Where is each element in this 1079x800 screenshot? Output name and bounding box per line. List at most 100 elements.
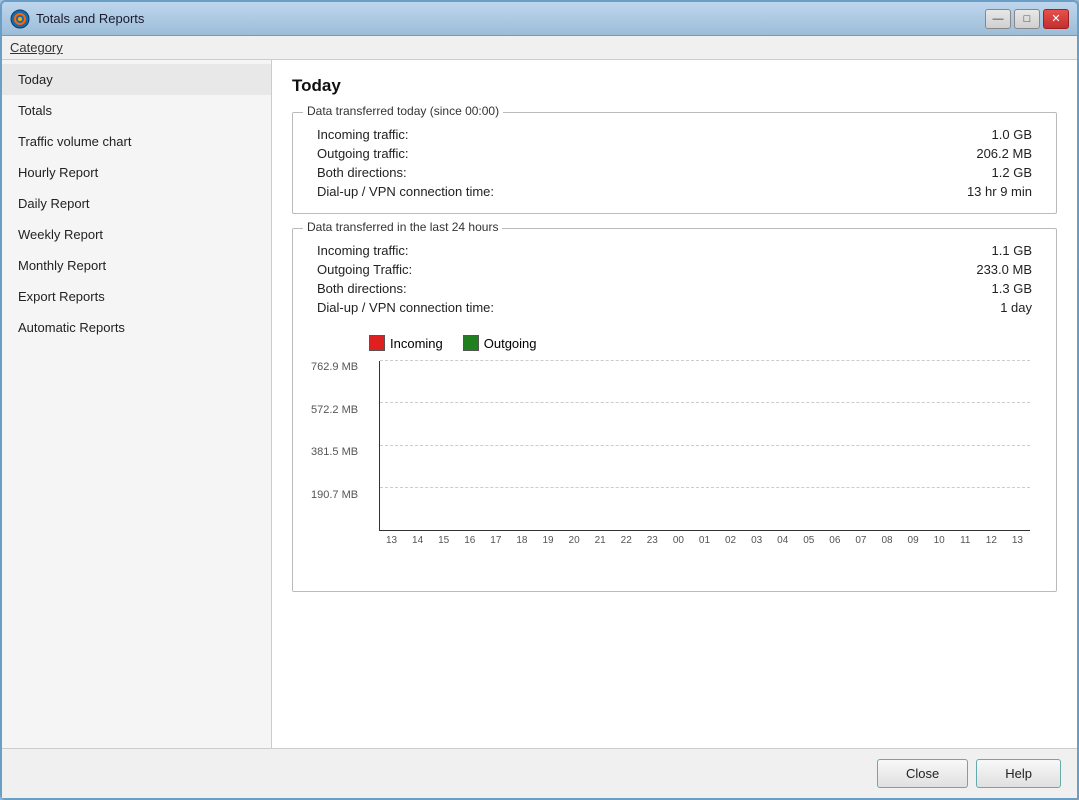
- minimize-button[interactable]: —: [985, 9, 1011, 29]
- sidebar-item-today[interactable]: Today: [2, 64, 271, 95]
- close-button[interactable]: Close: [877, 759, 968, 788]
- group1-title: Data transferred today (since 00:00): [303, 104, 503, 118]
- x-label: 10: [927, 535, 952, 546]
- data-group-24h: Data transferred in the last 24 hours In…: [292, 228, 1057, 592]
- row-value: 233.0 MB: [932, 262, 1032, 277]
- close-window-button[interactable]: ✕: [1043, 9, 1069, 29]
- row-value: 1.1 GB: [932, 243, 1032, 258]
- table-row: Incoming traffic: 1.0 GB: [309, 125, 1040, 144]
- menu-bar: Category: [2, 36, 1077, 60]
- outgoing-color-box: [463, 335, 479, 351]
- sidebar-item-daily-report[interactable]: Daily Report: [2, 188, 271, 219]
- titlebar: Totals and Reports — □ ✕: [2, 2, 1077, 36]
- x-label: 06: [822, 535, 847, 546]
- x-label: 21: [588, 535, 613, 546]
- chart-area: Incoming Outgoing 762.9 MB 572.2 MB 381.…: [309, 327, 1040, 579]
- row-label: Both directions:: [317, 165, 407, 180]
- x-label: 00: [666, 535, 691, 546]
- titlebar-left: Totals and Reports: [10, 9, 144, 29]
- grid-line-3: [380, 402, 1030, 403]
- x-label: 01: [692, 535, 717, 546]
- sidebar-item-export-reports[interactable]: Export Reports: [2, 281, 271, 312]
- category-menu[interactable]: Category: [10, 40, 63, 55]
- chart-container: 762.9 MB 572.2 MB 381.5 MB 190.7 MB: [379, 361, 1030, 571]
- main-panel: Today Data transferred today (since 00:0…: [272, 60, 1077, 748]
- row-label: Incoming traffic:: [317, 127, 409, 142]
- row-label: Outgoing Traffic:: [317, 262, 412, 277]
- page-title: Today: [292, 76, 1057, 96]
- sidebar-item-totals[interactable]: Totals: [2, 95, 271, 126]
- x-label: 04: [770, 535, 795, 546]
- chart-x-labels: 1314151617181920212223000102030405060708…: [379, 535, 1030, 546]
- app-icon: [10, 9, 30, 29]
- maximize-button[interactable]: □: [1014, 9, 1040, 29]
- y-label-2: 381.5 MB: [311, 446, 358, 458]
- sidebar-item-automatic-reports[interactable]: Automatic Reports: [2, 312, 271, 343]
- x-label: 13: [1005, 535, 1030, 546]
- row-label: Both directions:: [317, 281, 407, 296]
- row-value: 1.2 GB: [932, 165, 1032, 180]
- x-label: 18: [509, 535, 534, 546]
- table-row: Incoming traffic: 1.1 GB: [309, 241, 1040, 260]
- x-label: 02: [718, 535, 743, 546]
- x-label: 14: [405, 535, 430, 546]
- sidebar-item-traffic-volume-chart[interactable]: Traffic volume chart: [2, 126, 271, 157]
- row-label: Dial-up / VPN connection time:: [317, 184, 494, 199]
- row-value: 1.0 GB: [932, 127, 1032, 142]
- table-row: Both directions: 1.2 GB: [309, 163, 1040, 182]
- chart-legend: Incoming Outgoing: [369, 335, 1040, 351]
- grid-line-1: [380, 487, 1030, 488]
- x-label: 08: [874, 535, 899, 546]
- incoming-label: Incoming: [390, 336, 443, 351]
- y-label-1: 190.7 MB: [311, 489, 358, 501]
- row-value: 206.2 MB: [932, 146, 1032, 161]
- sidebar-item-weekly-report[interactable]: Weekly Report: [2, 219, 271, 250]
- x-label: 23: [640, 535, 665, 546]
- titlebar-buttons: — □ ✕: [985, 9, 1069, 29]
- data-group-today: Data transferred today (since 00:00) Inc…: [292, 112, 1057, 214]
- row-label: Incoming traffic:: [317, 243, 409, 258]
- sidebar: TodayTotalsTraffic volume chartHourly Re…: [2, 60, 272, 748]
- x-label: 09: [901, 535, 926, 546]
- x-label: 20: [562, 535, 587, 546]
- x-label: 03: [744, 535, 769, 546]
- row-value: 1 day: [932, 300, 1032, 315]
- row-label: Dial-up / VPN connection time:: [317, 300, 494, 315]
- group2-title: Data transferred in the last 24 hours: [303, 220, 502, 234]
- table-row: Dial-up / VPN connection time: 13 hr 9 m…: [309, 182, 1040, 201]
- sidebar-item-hourly-report[interactable]: Hourly Report: [2, 157, 271, 188]
- table-row: Both directions: 1.3 GB: [309, 279, 1040, 298]
- x-label: 16: [457, 535, 482, 546]
- grid-line-2: [380, 445, 1030, 446]
- x-label: 15: [431, 535, 456, 546]
- x-label: 13: [379, 535, 404, 546]
- x-label: 05: [796, 535, 821, 546]
- row-value: 13 hr 9 min: [932, 184, 1032, 199]
- help-button[interactable]: Help: [976, 759, 1061, 788]
- x-label: 17: [483, 535, 508, 546]
- bars-container: [380, 361, 1030, 530]
- main-window: Totals and Reports — □ ✕ Category TodayT…: [0, 0, 1079, 800]
- x-label: 22: [614, 535, 639, 546]
- grid-line-4: [380, 360, 1030, 361]
- table-row: Outgoing traffic: 206.2 MB: [309, 144, 1040, 163]
- x-label: 11: [953, 535, 978, 546]
- legend-incoming: Incoming: [369, 335, 443, 351]
- sidebar-item-monthly-report[interactable]: Monthly Report: [2, 250, 271, 281]
- row-value: 1.3 GB: [932, 281, 1032, 296]
- row-label: Outgoing traffic:: [317, 146, 409, 161]
- x-label: 19: [535, 535, 560, 546]
- x-label: 07: [848, 535, 873, 546]
- chart-plot: [379, 361, 1030, 531]
- legend-outgoing: Outgoing: [463, 335, 537, 351]
- window-title: Totals and Reports: [36, 11, 144, 26]
- table-row: Outgoing Traffic: 233.0 MB: [309, 260, 1040, 279]
- outgoing-label: Outgoing: [484, 336, 537, 351]
- y-label-4: 762.9 MB: [311, 361, 358, 373]
- incoming-color-box: [369, 335, 385, 351]
- content-area: TodayTotalsTraffic volume chartHourly Re…: [2, 60, 1077, 748]
- table-row: Dial-up / VPN connection time: 1 day: [309, 298, 1040, 317]
- chart-y-labels: 762.9 MB 572.2 MB 381.5 MB 190.7 MB: [311, 361, 358, 531]
- bottom-bar: Close Help: [2, 748, 1077, 798]
- y-label-3: 572.2 MB: [311, 404, 358, 416]
